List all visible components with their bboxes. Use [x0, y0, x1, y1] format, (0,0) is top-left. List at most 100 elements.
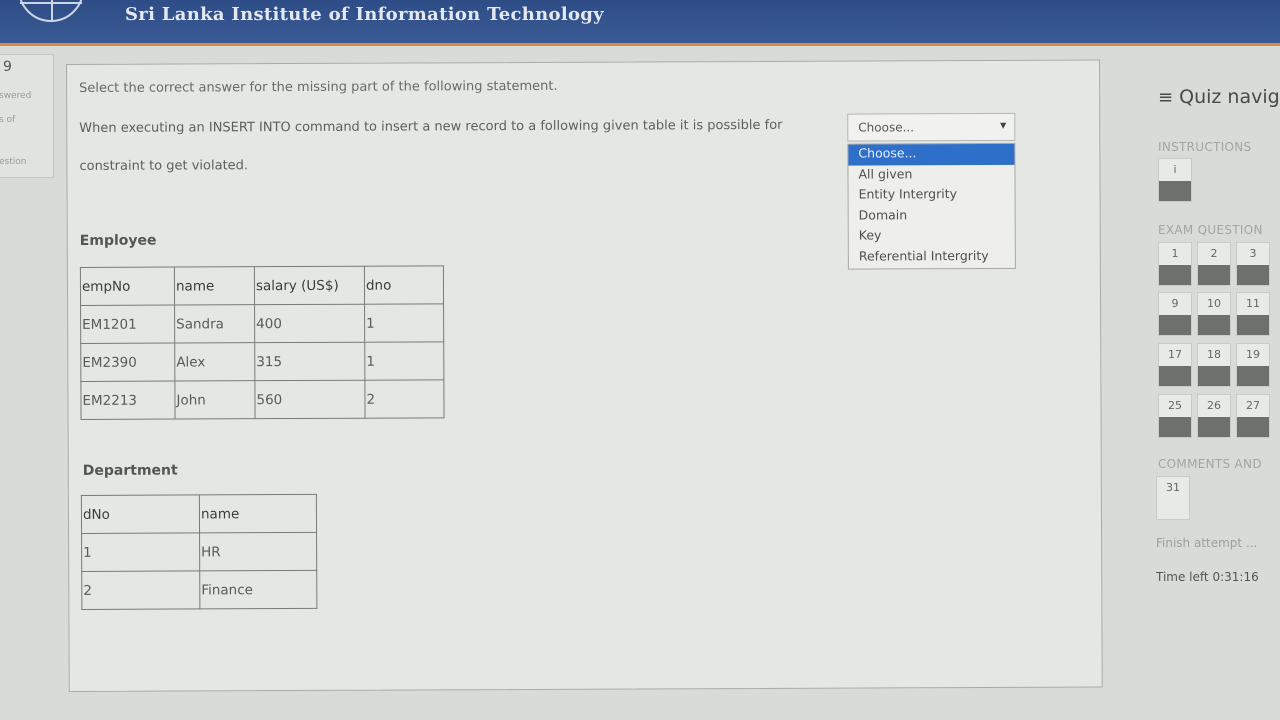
time-left: Time left 0:31:16	[1156, 570, 1259, 584]
menu-icon[interactable]: ≡	[1158, 87, 1173, 108]
answer-dropdown-list: Choose... All given Entity Intergrity Do…	[847, 142, 1016, 270]
employee-table-title: Employee	[79, 232, 157, 249]
status-bar	[1159, 417, 1191, 437]
question-nav-number: 3	[1249, 247, 1257, 260]
table-header-row: dNo name	[81, 494, 317, 534]
quiz-navigation-label: Quiz navig	[1179, 86, 1280, 108]
instructions-section-label: INSTRUCTIONS	[1158, 140, 1252, 154]
flag-question-link[interactable]: estion	[0, 157, 26, 167]
employee-table: empNo name salary (US$) dno EM1201 Sandr…	[80, 265, 445, 420]
dropdown-option[interactable]: Entity Intergrity	[849, 185, 1015, 206]
status-bar	[1198, 366, 1230, 386]
exam-questions-section-label: EXAM QUESTION	[1158, 223, 1263, 237]
question-number: 9	[3, 59, 12, 75]
question-nav-number: 9	[1171, 297, 1179, 310]
status-bar	[1237, 265, 1269, 285]
table-cell: 1	[364, 303, 444, 343]
table-cell: 315	[254, 342, 365, 381]
answer-select[interactable]: Choose... ▼	[847, 112, 1016, 142]
question-nav-number: 25	[1168, 399, 1182, 412]
comments-question-button[interactable]: 31	[1156, 476, 1190, 520]
time-left-value: 0:31:16	[1212, 570, 1259, 584]
table-header-cell: dNo	[81, 494, 200, 534]
dropdown-option[interactable]: Choose...	[848, 143, 1015, 166]
question-nav-button[interactable]: 11	[1236, 292, 1270, 336]
table-cell: HR	[199, 532, 317, 571]
chevron-down-icon: ▼	[1000, 120, 1007, 130]
department-table-title: Department	[82, 462, 178, 479]
table-row: 1 HR	[81, 532, 317, 572]
question-statement-part1: When executing an INSERT INTO command to…	[79, 117, 783, 136]
dropdown-option[interactable]: Referential Intergrity	[849, 246, 1015, 267]
table-cell: 2	[81, 570, 200, 610]
table-header-cell: name	[199, 494, 317, 533]
answer-select-value: Choose...	[858, 120, 915, 135]
status-bar	[1159, 366, 1191, 386]
table-row: EM1201 Sandra 400 1	[80, 303, 444, 344]
quiz-navigation-title: ≡ Quiz navig	[1158, 86, 1280, 108]
table-row: EM2213 John 560 2	[80, 379, 445, 420]
question-nav-number: 11	[1246, 297, 1260, 310]
table-header-row: empNo name salary (US$) dno	[80, 265, 444, 306]
instructions-button[interactable]: i	[1158, 158, 1192, 202]
question-nav-number: 1	[1171, 247, 1179, 260]
question-nav-button[interactable]: 1	[1158, 242, 1192, 286]
table-header-cell: name	[174, 266, 255, 306]
site-title: Sri Lanka Institute of Information Techn…	[125, 4, 604, 25]
table-cell: EM2213	[80, 381, 176, 420]
question-nav-number: 17	[1168, 348, 1182, 361]
status-bar	[1237, 315, 1269, 335]
question-nav-button[interactable]: 3	[1236, 242, 1270, 286]
status-bar	[1159, 265, 1191, 285]
comments-section-label: COMMENTS AND	[1158, 457, 1262, 471]
question-panel: Select the correct answer for the missin…	[66, 59, 1103, 692]
table-cell: 2	[364, 379, 445, 419]
question-nav-button[interactable]: 10	[1197, 292, 1231, 336]
status-bar	[1237, 417, 1269, 437]
institute-logo-icon	[18, 0, 84, 22]
status-bar	[1159, 315, 1191, 335]
table-header-cell: salary (US$)	[254, 266, 365, 305]
answer-status: swered	[0, 91, 32, 101]
table-cell: EM1201	[80, 305, 175, 344]
question-nav-button[interactable]: 19	[1236, 343, 1270, 387]
question-nav-number: 26	[1207, 399, 1221, 412]
question-info-block: 9 swered s of estion	[0, 54, 54, 178]
site-header: Sri Lanka Institute of Information Techn…	[0, 0, 1280, 46]
time-left-label: Time left	[1156, 570, 1209, 584]
marks-info: s of	[0, 115, 16, 125]
question-nav-button[interactable]: 25	[1158, 394, 1192, 438]
table-cell: Alex	[174, 342, 255, 382]
question-prompt: Select the correct answer for the missin…	[79, 78, 558, 96]
department-table: dNo name 1 HR 2 Finance	[81, 494, 317, 610]
question-nav-button[interactable]: 26	[1197, 394, 1231, 438]
question-nav-number: 10	[1207, 297, 1221, 310]
status-bar	[1237, 366, 1269, 386]
table-row: 2 Finance	[81, 570, 317, 610]
status-bar	[1198, 315, 1230, 335]
finish-attempt-link[interactable]: Finish attempt ...	[1156, 536, 1257, 550]
table-cell: Sandra	[174, 304, 255, 344]
question-nav-button[interactable]: 2	[1197, 242, 1231, 286]
status-bar	[1159, 181, 1191, 201]
table-cell: Finance	[199, 570, 317, 609]
table-cell: 1	[81, 532, 200, 572]
table-cell: 400	[254, 304, 365, 343]
question-nav-number: 31	[1166, 481, 1180, 494]
dropdown-option[interactable]: Key	[849, 226, 1015, 247]
table-row: EM2390 Alex 315 1	[80, 341, 444, 382]
question-nav-button[interactable]: 17	[1158, 343, 1192, 387]
table-cell: John	[174, 380, 256, 420]
question-statement-part2: constraint to get violated.	[79, 158, 249, 174]
quiz-navigation: ≡ Quiz navig INSTRUCTIONS i EXAM QUESTIO…	[1150, 60, 1280, 720]
question-nav-button[interactable]: 9	[1158, 292, 1192, 336]
question-nav-number: 18	[1207, 348, 1221, 361]
question-nav-button[interactable]: 18	[1197, 343, 1231, 387]
table-cell: EM2390	[80, 343, 175, 382]
instructions-button-label: i	[1173, 163, 1177, 176]
table-header-cell: dno	[364, 265, 444, 305]
question-nav-button[interactable]: 27	[1236, 394, 1270, 438]
table-cell: 560	[254, 380, 366, 419]
dropdown-option[interactable]: All given	[848, 164, 1014, 185]
dropdown-option[interactable]: Domain	[849, 205, 1015, 226]
